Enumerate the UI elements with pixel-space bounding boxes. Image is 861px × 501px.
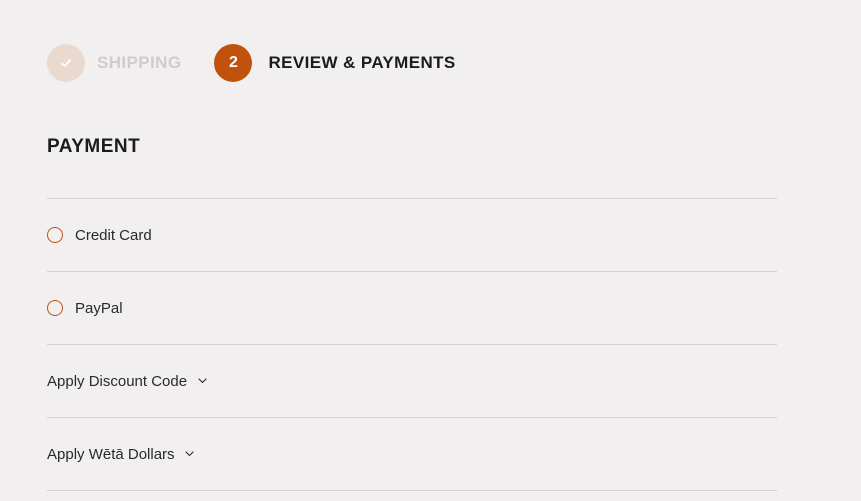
credit-card-label[interactable]: Credit Card xyxy=(75,227,152,244)
step-number-badge: 2 xyxy=(214,44,253,82)
payment-section-title: PAYMENT xyxy=(47,136,141,157)
apply-weta-dollars-toggle[interactable]: Apply Wētā Dollars xyxy=(47,418,777,491)
chevron-down-icon[interactable] xyxy=(185,449,195,459)
payment-method-paypal[interactable]: PayPal xyxy=(47,272,777,345)
step-review-payments-label: Review & Payments xyxy=(268,53,456,72)
apply-discount-code-toggle[interactable]: Apply Discount Code xyxy=(47,345,777,418)
paypal-radio[interactable] xyxy=(47,300,63,316)
payment-options: Credit Card PayPal Apply Discount Code A… xyxy=(47,198,777,491)
step-review-payments: 2 Review & Payments xyxy=(214,44,455,82)
apply-discount-code-label[interactable]: Apply Discount Code xyxy=(47,373,187,390)
step-shipping-circle xyxy=(47,44,85,82)
step-shipping[interactable]: Shipping xyxy=(47,44,181,82)
apply-weta-dollars-label[interactable]: Apply Wētā Dollars xyxy=(47,446,175,463)
check-icon xyxy=(61,59,71,67)
credit-card-radio[interactable] xyxy=(47,227,63,243)
payment-method-credit-card[interactable]: Credit Card xyxy=(47,199,777,272)
checkout-progress: Shipping 2 Review & Payments xyxy=(47,44,456,82)
step-shipping-label: Shipping xyxy=(97,53,182,72)
paypal-label[interactable]: PayPal xyxy=(75,300,123,317)
chevron-down-icon[interactable] xyxy=(197,376,207,386)
